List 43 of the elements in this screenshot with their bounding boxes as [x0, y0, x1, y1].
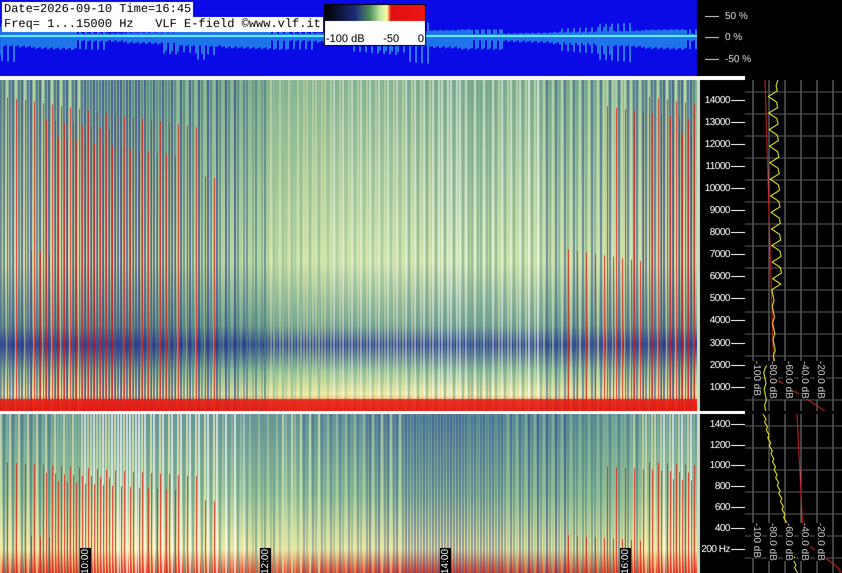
frequency-label: 4000 — [710, 315, 730, 326]
time-label: 16:00 — [620, 548, 632, 573]
frequency-label: 12000 — [704, 138, 730, 150]
db-label: -40.0 dB — [799, 361, 810, 399]
db-label: -80.0 dB — [767, 523, 778, 561]
frequency-label: 200 Hz — [701, 544, 730, 555]
frequency-label: 10000 — [704, 182, 730, 194]
date-time-text: Date=2026-09-10 Time=16:45 — [2, 2, 194, 17]
frequency-label: 400 — [714, 522, 730, 534]
frequency-info-text: Freq= 1...15000 Hz VLF E-field ©www.vlf.it — [2, 17, 323, 32]
db-label: -60.0 dB — [783, 523, 794, 561]
frequency-label: 1000 — [710, 460, 730, 472]
frequency-label: 1200 — [710, 440, 730, 451]
frequency-label: 11000 — [705, 160, 730, 172]
db-label: -40.0 dB — [799, 523, 810, 561]
frequency-label: 3000 — [710, 338, 730, 349]
amplitude-label: 0 % — [725, 32, 742, 44]
time-label: 10:00 — [80, 548, 92, 573]
frequency-label: 13000 — [704, 116, 730, 128]
db-label: -20.0 dB — [815, 361, 826, 399]
frequency-label: 2000 — [710, 360, 730, 371]
amplitude-label: 50 % — [725, 11, 748, 22]
time-label: 14:00 — [440, 548, 452, 573]
db-label: -100 dB — [751, 523, 762, 558]
amplitude-label: -50 % — [725, 54, 752, 65]
color-scale-label: -50 — [383, 33, 400, 45]
frequency-label: 8000 — [710, 227, 730, 238]
db-label: -20.0 dB — [815, 523, 826, 561]
time-label: 12:00 — [260, 548, 272, 573]
frequency-label: 9000 — [710, 205, 730, 216]
color-scale-label: -100 dB — [326, 33, 365, 45]
frequency-label: 800 — [714, 481, 730, 492]
color-scale-label: 0 — [418, 33, 424, 45]
db-label: -100 dB — [751, 361, 762, 396]
frequency-label: 1000 — [710, 382, 730, 393]
db-label: -60.0 dB — [783, 361, 794, 399]
frequency-label: 7000 — [710, 249, 730, 260]
frequency-label: 14000 — [704, 94, 730, 106]
db-label: -80.0 dB — [767, 361, 778, 399]
frequency-label: 1400 — [710, 418, 730, 430]
frequency-label: 5000 — [710, 293, 730, 304]
frequency-label: 600 — [714, 502, 730, 514]
frequency-label: 6000 — [710, 271, 730, 282]
